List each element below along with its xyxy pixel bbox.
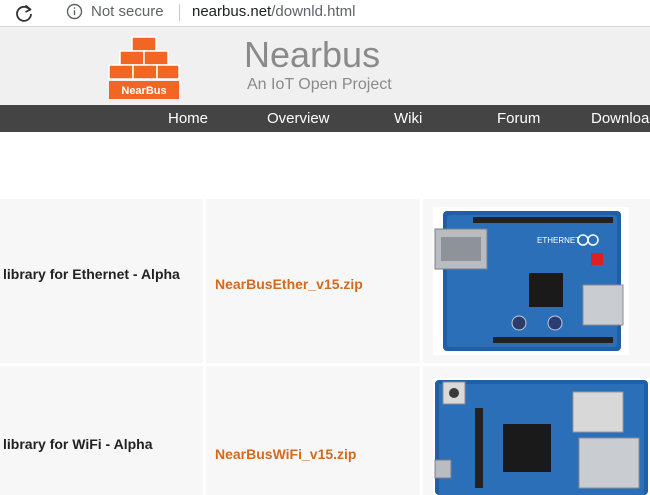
nav-wiki[interactable]: Wiki bbox=[394, 105, 422, 132]
main-nav: Home Overview Wiki Forum Download bbox=[0, 105, 650, 132]
browser-address-bar: Not secure nearbus.net/downld.html bbox=[0, 0, 650, 27]
logo-text: NearBus bbox=[121, 85, 166, 97]
file-cell: NearBusWiFi_v15.zip bbox=[206, 366, 420, 495]
arduino-ethernet-shield-icon: ETHERNET bbox=[433, 207, 629, 355]
info-icon[interactable] bbox=[66, 3, 83, 20]
library-name: library for WiFi - Alpha bbox=[3, 436, 153, 452]
url-host: nearbus.net bbox=[192, 3, 272, 20]
nav-download[interactable]: Download bbox=[591, 105, 650, 132]
download-link-wifi[interactable]: NearBusWiFi_v15.zip bbox=[215, 446, 356, 462]
arduino-wifi-shield-icon bbox=[433, 378, 650, 495]
image-cell: ETHERNET bbox=[423, 199, 650, 363]
library-name-cell: library for WiFi - Alpha bbox=[0, 366, 203, 495]
image-cell bbox=[423, 366, 650, 495]
site-subtitle: An IoT Open Project bbox=[247, 76, 392, 93]
url-field[interactable]: nearbus.net/downld.html bbox=[192, 2, 355, 22]
url-path: /downld.html bbox=[271, 3, 356, 20]
site-title: Nearbus bbox=[244, 34, 381, 75]
file-cell: NearBusEther_v15.zip bbox=[206, 199, 420, 363]
nav-forum[interactable]: Forum bbox=[497, 105, 540, 132]
address-separator bbox=[179, 4, 180, 21]
site-header: NearBus Nearbus An IoT Open Project bbox=[0, 27, 650, 105]
nav-home[interactable]: Home bbox=[168, 105, 208, 132]
table-row: library for WiFi - Alpha NearBusWiFi_v15… bbox=[0, 366, 650, 495]
nearbus-logo[interactable]: NearBus bbox=[108, 35, 180, 101]
table-row: library for Ethernet - Alpha NearBusEthe… bbox=[0, 199, 650, 363]
library-name-cell: library for Ethernet - Alpha bbox=[0, 199, 203, 363]
download-link-ethernet[interactable]: NearBusEther_v15.zip bbox=[215, 276, 363, 292]
security-label[interactable]: Not secure bbox=[91, 2, 164, 22]
svg-text:ETHERNET: ETHERNET bbox=[537, 236, 580, 245]
reload-icon[interactable] bbox=[14, 3, 34, 23]
nav-overview[interactable]: Overview bbox=[267, 105, 330, 132]
library-name: library for Ethernet - Alpha bbox=[3, 266, 180, 282]
